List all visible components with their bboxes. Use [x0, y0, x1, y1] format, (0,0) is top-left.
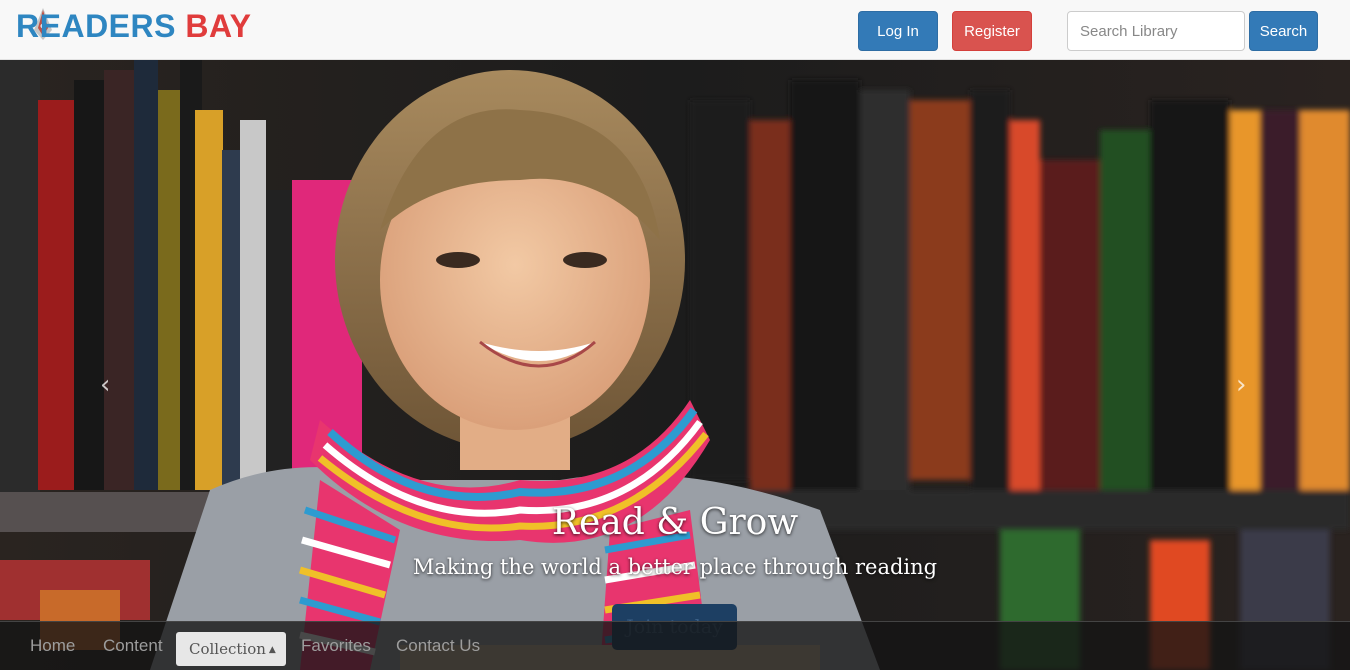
nav-item-contact-us[interactable]: Contact Us: [396, 636, 480, 656]
nav-item-collection-dropdown[interactable]: Collection ▲: [176, 632, 286, 666]
bottom-navbar: Home Content Collection ▲ Favorites Conta…: [0, 621, 1350, 670]
search-button[interactable]: Search: [1249, 11, 1318, 51]
hero-title: Read & Grow: [551, 502, 799, 543]
top-header: READERS BAY Log In Register Search: [0, 0, 1350, 60]
carousel-next-chevron-right-icon[interactable]: ›: [1236, 370, 1246, 400]
logo-text-readers: READERS: [16, 8, 176, 44]
logo-text-bay: BAY: [185, 8, 252, 44]
register-button[interactable]: Register: [952, 11, 1032, 51]
caret-up-icon: ▲: [268, 645, 276, 655]
search-input[interactable]: [1067, 11, 1245, 51]
carousel-prev-chevron-left-icon[interactable]: ‹: [100, 370, 110, 400]
nav-item-home[interactable]: Home: [30, 636, 75, 656]
hero-subtitle: Making the world a better place through …: [412, 555, 938, 579]
hero-carousel: ‹ › Read & Grow Making the world a bette…: [0, 60, 1350, 670]
site-logo[interactable]: READERS BAY: [16, 8, 251, 45]
nav-item-collection-label: Collection: [189, 640, 266, 658]
nav-item-favorites[interactable]: Favorites: [301, 636, 371, 656]
login-button[interactable]: Log In: [858, 11, 938, 51]
nav-item-content[interactable]: Content: [103, 636, 163, 656]
